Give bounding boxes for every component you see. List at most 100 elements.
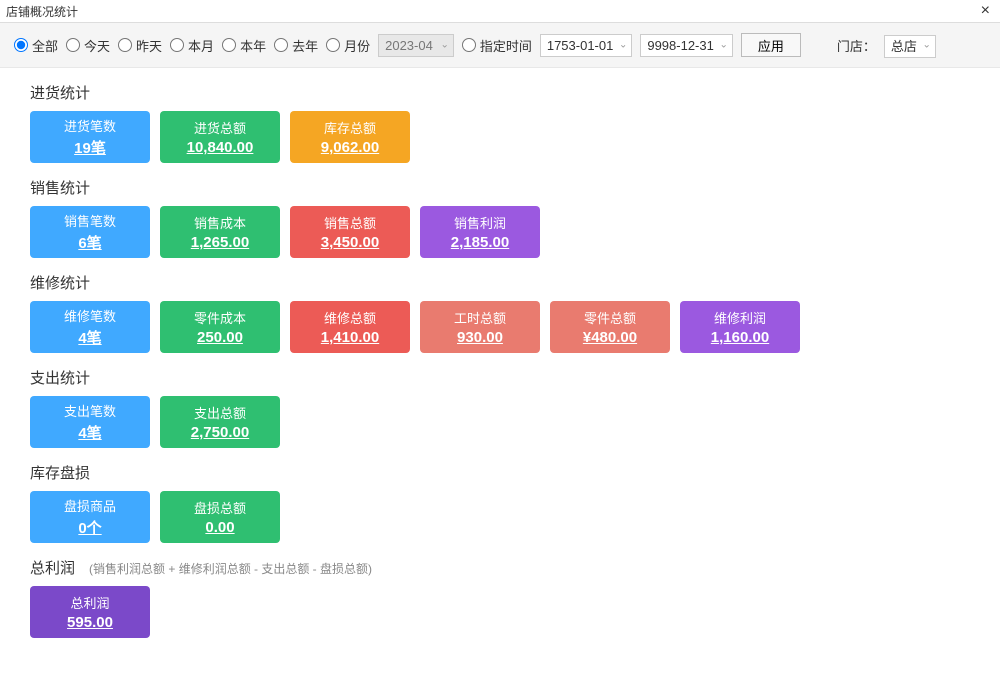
card-value[interactable]: 0个 — [78, 517, 101, 538]
card-label: 支出笔数 — [64, 401, 116, 420]
radio-this-month-input[interactable] — [170, 38, 184, 52]
section-loss: 库存盘损 盘损商品0个盘损总额0.00 — [30, 462, 970, 543]
stat-card[interactable]: 总利润 595.00 — [30, 586, 150, 638]
card-value[interactable]: 595.00 — [67, 614, 113, 631]
card-label: 维修利润 — [714, 308, 766, 327]
section-profit: 总利润 (销售利润总额 + 维修利润总额 - 支出总额 - 盘损总额) 总利润 5… — [30, 557, 970, 638]
cards-purchase: 进货笔数 19笔 进货总额 10,840.00 库存总额 9,062.00 — [30, 111, 970, 163]
section-title-repair: 维修统计 — [30, 272, 90, 293]
card-value[interactable]: 1,265.00 — [191, 234, 249, 251]
card-label: 维修笔数 — [64, 306, 116, 325]
window-title: 店铺概况统计 — [6, 3, 78, 20]
stat-card[interactable]: 盘损总额 0.00 — [160, 491, 280, 543]
radio-this-year[interactable]: 本年 — [222, 36, 266, 55]
stat-card[interactable]: 盘损商品0个 — [30, 491, 150, 543]
card-label: 零件成本 — [194, 308, 246, 327]
card-label: 销售成本 — [194, 213, 246, 232]
stat-card[interactable]: 销售总额3,450.00 — [290, 206, 410, 258]
card-label: 进货总额 — [194, 118, 246, 137]
card-value[interactable]: 250.00 — [197, 329, 243, 346]
radio-all-label: 全部 — [32, 36, 58, 55]
store-label: 门店： — [837, 36, 876, 55]
radio-month-input[interactable] — [326, 38, 340, 52]
card-value[interactable]: ¥480.00 — [583, 329, 637, 346]
radio-all[interactable]: 全部 — [14, 36, 58, 55]
card-value[interactable]: 4笔 — [78, 422, 101, 443]
card-label: 进货笔数 — [64, 116, 116, 135]
radio-last-year[interactable]: 去年 — [274, 36, 318, 55]
section-title-purchase: 进货统计 — [30, 82, 90, 103]
stat-card[interactable]: 零件成本 250.00 — [160, 301, 280, 353]
apply-button[interactable]: 应用 — [741, 33, 801, 57]
section-sales: 销售统计 销售笔数 6笔 销售成本 1,265.00 销售总额3,450.00销售利润2… — [30, 177, 970, 258]
radio-custom-time-input[interactable] — [462, 38, 476, 52]
card-value[interactable]: 19笔 — [74, 137, 106, 158]
cards-expense: 支出笔数 4笔 支出总额 2,750.00 — [30, 396, 970, 448]
radio-this-year-input[interactable] — [222, 38, 236, 52]
cards-profit: 总利润 595.00 — [30, 586, 970, 638]
section-note-profit: (销售利润总额 + 维修利润总额 - 支出总额 - 盘损总额) — [89, 560, 372, 577]
card-label: 总利润 — [70, 593, 109, 612]
card-label: 销售笔数 — [64, 211, 116, 230]
radio-month[interactable]: 月份 — [326, 36, 370, 55]
radio-this-month[interactable]: 本月 — [170, 36, 214, 55]
stat-card[interactable]: 维修总额 1,410.00 — [290, 301, 410, 353]
cards-loss: 盘损商品0个 盘损总额 0.00 — [30, 491, 970, 543]
section-title-profit: 总利润 — [30, 557, 75, 578]
stat-card[interactable]: 进货笔数 19笔 — [30, 111, 150, 163]
stat-card[interactable]: 销售成本 1,265.00 — [160, 206, 280, 258]
filter-bar: 全部 今天 昨天 本月 本年 去年 月份 2023-04 ⌄ 指定时间 1753… — [0, 23, 1000, 68]
card-value[interactable]: 4笔 — [78, 327, 101, 348]
stat-card[interactable]: 库存总额 9,062.00 — [290, 111, 410, 163]
stat-card[interactable]: 销售利润2,185.00 — [420, 206, 540, 258]
card-label: 工时总额 — [454, 308, 506, 327]
store-select[interactable]: 总店 — [884, 35, 936, 58]
card-value[interactable]: 9,062.00 — [321, 139, 379, 156]
section-expense: 支出统计 支出笔数 4笔 支出总额 2,750.00 — [30, 367, 970, 448]
radio-month-label: 月份 — [344, 36, 370, 55]
card-value[interactable]: 1,410.00 — [321, 329, 379, 346]
card-label: 盘损总额 — [194, 498, 246, 517]
stat-card[interactable]: 工时总额 930.00 — [420, 301, 540, 353]
stat-card[interactable]: 进货总额 10,840.00 — [160, 111, 280, 163]
radio-yesterday-label: 昨天 — [136, 36, 162, 55]
month-select[interactable]: 2023-04 — [378, 34, 454, 57]
titlebar: 店铺概况统计 × — [0, 0, 1000, 23]
stat-card[interactable]: 维修利润 1,160.00 — [680, 301, 800, 353]
radio-last-year-input[interactable] — [274, 38, 288, 52]
radio-today-input[interactable] — [66, 38, 80, 52]
section-title-sales: 销售统计 — [30, 177, 90, 198]
card-value[interactable]: 1,160.00 — [711, 329, 769, 346]
card-value[interactable]: 10,840.00 — [187, 139, 254, 156]
stat-card[interactable]: 销售笔数 6笔 — [30, 206, 150, 258]
card-label: 维修总额 — [324, 308, 376, 327]
card-label: 支出总额 — [194, 403, 246, 422]
cards-repair: 维修笔数 4笔 零件成本 250.00 维修总额 1,410.00 工时总额 930.00 零件… — [30, 301, 970, 353]
date-to-input[interactable]: 9998-12-31 — [640, 34, 733, 57]
section-repair: 维修统计 维修笔数 4笔 零件成本 250.00 维修总额 1,410.00 工时总额 930… — [30, 272, 970, 353]
card-value[interactable]: 0.00 — [205, 519, 234, 536]
card-value[interactable]: 3,450.00 — [321, 234, 379, 251]
radio-yesterday-input[interactable] — [118, 38, 132, 52]
radio-all-input[interactable] — [14, 38, 28, 52]
section-title-expense: 支出统计 — [30, 367, 90, 388]
card-label: 库存总额 — [324, 118, 376, 137]
radio-this-year-label: 本年 — [240, 36, 266, 55]
radio-today[interactable]: 今天 — [66, 36, 110, 55]
cards-sales: 销售笔数 6笔 销售成本 1,265.00 销售总额3,450.00销售利润2,185.… — [30, 206, 970, 258]
close-icon[interactable]: × — [977, 2, 994, 20]
radio-this-month-label: 本月 — [188, 36, 214, 55]
stat-card[interactable]: 零件总额 ¥480.00 — [550, 301, 670, 353]
card-value[interactable]: 930.00 — [457, 329, 503, 346]
card-label: 零件总额 — [584, 308, 636, 327]
card-value[interactable]: 2,750.00 — [191, 424, 249, 441]
card-value[interactable]: 2,185.00 — [451, 234, 509, 251]
card-value[interactable]: 6笔 — [78, 232, 101, 253]
stat-card[interactable]: 维修笔数 4笔 — [30, 301, 150, 353]
date-from-input[interactable]: 1753-01-01 — [540, 34, 633, 57]
stat-card[interactable]: 支出笔数 4笔 — [30, 396, 150, 448]
radio-custom-time[interactable]: 指定时间 — [462, 36, 532, 55]
stat-card[interactable]: 支出总额 2,750.00 — [160, 396, 280, 448]
radio-yesterday[interactable]: 昨天 — [118, 36, 162, 55]
section-purchase: 进货统计 进货笔数 19笔 进货总额 10,840.00 库存总额 9,062.00 — [30, 82, 970, 163]
